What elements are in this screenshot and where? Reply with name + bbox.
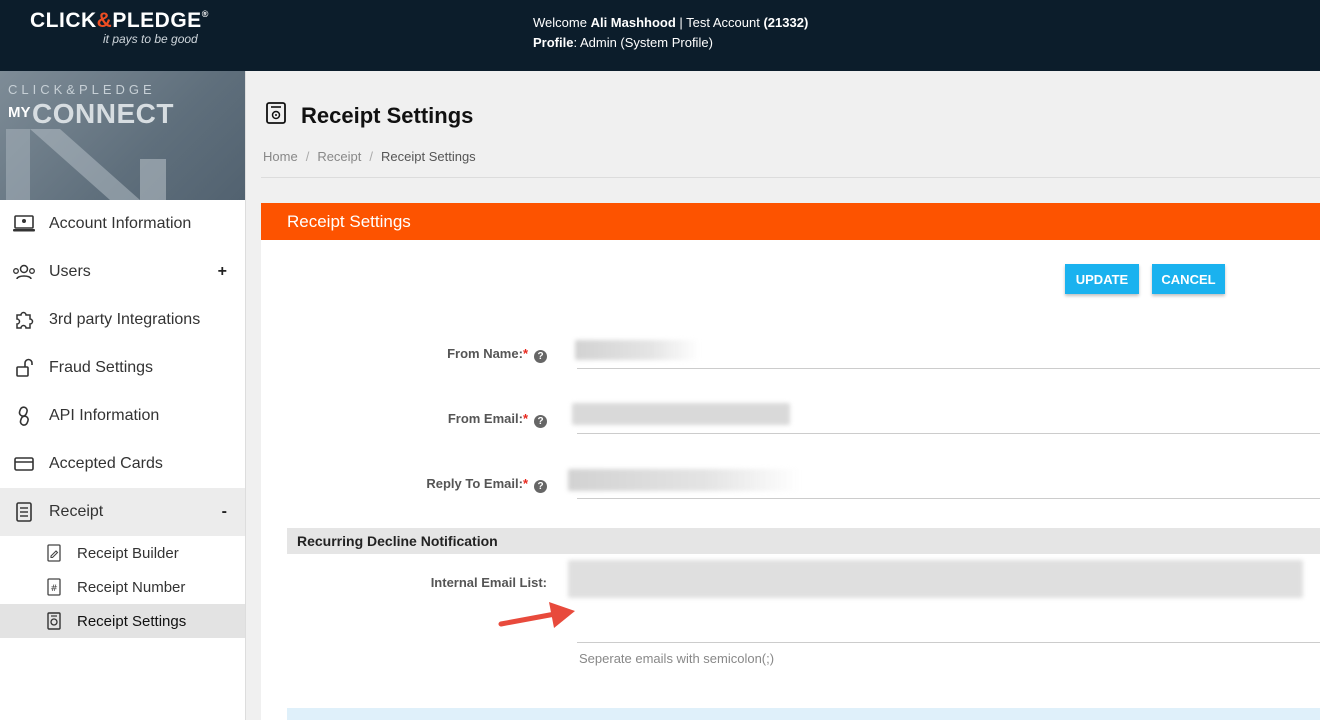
user-name: Ali Mashhood [590,15,676,30]
logo-tagline: it pays to be good [103,32,198,46]
redacted-value [568,560,1303,598]
receipt-settings-panel: Receipt Settings UPDATE CANCEL From Name… [261,203,1320,720]
brand-n-graphic [6,129,166,200]
divider [261,177,1320,178]
cancel-button[interactable]: CANCEL [1152,264,1225,294]
recurring-decline-section-header: Recurring Decline Notification [287,528,1320,554]
sidebar-item-label: Accepted Cards [49,455,163,472]
sidebar-item-accepted-cards[interactable]: Accepted Cards [0,440,245,488]
sidebar-item-label: Receipt [49,503,104,520]
email-separator-hint: Seperate emails with semicolon(;) [579,651,775,666]
click-and-pledge-logo[interactable]: CLICK&PLEDGE® it pays to be good [30,9,209,46]
redacted-value [572,403,790,425]
sidebar-subitem-label: Receipt Settings [77,612,187,630]
from-name-label: From Name:*? [411,346,547,363]
redacted-value [575,340,700,360]
sidebar-item-receipt[interactable]: Receipt - [0,488,245,536]
sidebar-item-label: API Information [49,407,160,424]
profile-line: Profile: Admin (System Profile) [533,35,713,50]
sidebar: CLICK&PLEDGE MY CONNECT Account Informat… [0,71,246,720]
sidebar-item-label: Users [49,263,91,280]
link-icon [12,404,36,428]
page-title-row: Receipt Settings [265,101,473,130]
sidebar-item-account-information[interactable]: Account Information [0,200,245,248]
logo-wordmark: CLICK&PLEDGE® [30,9,209,32]
help-icon[interactable]: ? [534,480,547,493]
sidebar-item-label: 3rd party Integrations [49,311,201,328]
brand-connect-text: CONNECT [32,98,174,129]
puzzle-icon [12,308,36,332]
info-strip [287,708,1320,720]
help-icon[interactable]: ? [534,415,547,428]
sidebar-subitem-receipt-builder[interactable]: Receipt Builder [0,536,245,570]
sidebar-subitem-receipt-settings[interactable]: Receipt Settings [0,604,245,638]
breadcrumb-receipt[interactable]: Receipt [317,149,361,164]
sidebar-item-label: Fraud Settings [49,359,154,376]
sidebar-subitem-receipt-number[interactable]: # Receipt Number [0,570,245,604]
unlock-icon [12,356,36,380]
myconnect-brand: CLICK&PLEDGE MY CONNECT [0,71,245,200]
sidebar-item-label: Account Information [49,215,192,232]
breadcrumb-separator: / [305,149,310,164]
sidebar-item-users[interactable]: Users + [0,248,245,296]
update-button[interactable]: UPDATE [1065,264,1139,294]
sidebar-nav: Account Information Users + 3rd party In… [0,200,245,638]
hash-document-icon: # [46,578,62,596]
svg-text:#: # [50,584,58,594]
sidebar-subitem-label: Receipt Builder [77,544,179,562]
from-email-label: From Email:*? [411,411,547,428]
brand-my-text: MY [8,104,31,121]
sidebar-item-api-information[interactable]: API Information [0,392,245,440]
annotation-arrow-icon [498,602,575,628]
page-title: Receipt Settings [301,102,474,128]
credit-card-icon [12,452,36,476]
receipt-settings-icon [265,101,287,130]
main-content: Receipt Settings Home / Receipt / Receipt Se… [247,71,1320,720]
welcome-line: Welcome Ali Mashhood | Test Account (213… [533,15,809,30]
collapse-toggle[interactable]: - [222,503,227,521]
sidebar-subitem-label: Receipt Number [77,578,186,596]
breadcrumb: Home / Receipt / Receipt Settings [263,149,476,164]
top-header: CLICK&PLEDGE® it pays to be good Welcome… [0,0,1320,71]
settings-document-icon [46,612,62,630]
redacted-value [568,469,800,491]
welcome-info: Welcome Ali Mashhood | Test Account (213… [533,13,808,53]
breadcrumb-separator: / [369,149,374,164]
required-mark: * [522,411,528,426]
account-id: (21332) [763,15,809,30]
internal-email-list-label: Internal Email List: [430,575,547,590]
users-icon [12,260,36,284]
help-icon[interactable]: ? [534,350,547,363]
edit-document-icon [46,544,62,562]
panel-title: Receipt Settings [261,203,1320,240]
laptop-icon [12,212,36,236]
breadcrumb-current: Receipt Settings [381,149,476,164]
breadcrumb-home[interactable]: Home [263,149,298,164]
reply-to-email-label: Reply To Email:*? [391,476,547,493]
receipt-icon [12,500,36,524]
sidebar-item-3rd-party-integrations[interactable]: 3rd party Integrations [0,296,245,344]
expand-toggle[interactable]: + [218,263,227,281]
sidebar-item-fraud-settings[interactable]: Fraud Settings [0,344,245,392]
required-mark: * [522,346,528,361]
required-mark: * [522,476,528,491]
brand-top-text: CLICK&PLEDGE [8,82,156,97]
